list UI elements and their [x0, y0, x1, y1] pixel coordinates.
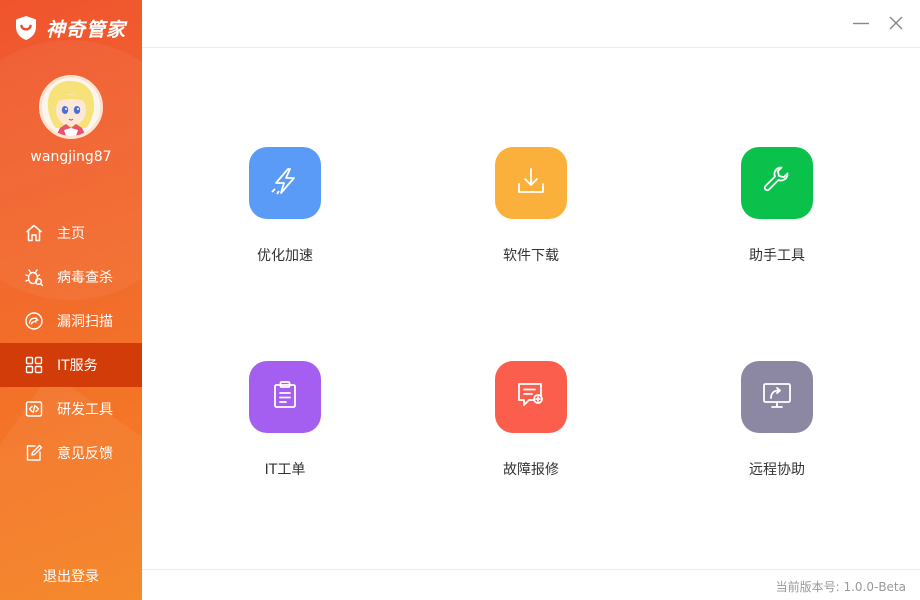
tile-label: 优化加速: [257, 248, 313, 264]
brand: 神奇管家: [14, 14, 126, 42]
sidebar-item-label: 漏洞扫描: [57, 314, 113, 330]
sidebar-item-label: IT服务: [57, 358, 98, 374]
tile-optimize[interactable]: 优化加速: [225, 147, 345, 265]
tile-fault-repair[interactable]: 故障报修: [471, 361, 591, 479]
logout-button[interactable]: 退出登录: [0, 566, 142, 586]
tile-software-download[interactable]: 软件下载: [471, 147, 591, 265]
sidebar-nav: 主页 病毒查杀 漏洞扫描 IT服务 研发工具 意见反馈: [0, 211, 142, 475]
sidebar-item-virus-scan[interactable]: 病毒查杀: [0, 255, 142, 299]
avatar[interactable]: [39, 75, 103, 139]
repair-message-icon: [514, 378, 548, 416]
shield-logo-icon: [14, 15, 38, 41]
sidebar-item-label: 意见反馈: [57, 446, 113, 462]
clipboard-icon: [268, 378, 302, 416]
username: wangjing87: [30, 149, 112, 165]
main-panel: 优化加速 软件下载 助手工具 IT工单 故障报修 远程协助 当前版本号: 1.0…: [142, 0, 920, 600]
version-label: 当前版本号: 1.0.0-Beta: [775, 580, 906, 594]
sidebar-item-label: 病毒查杀: [57, 270, 113, 286]
tile-icon-bg: [741, 361, 813, 433]
feedback-icon: [24, 443, 44, 463]
remote-screen-icon: [760, 378, 794, 416]
tile-label: 软件下载: [503, 248, 559, 264]
sidebar-item-label: 主页: [57, 226, 85, 242]
sidebar-item-feedback[interactable]: 意见反馈: [0, 431, 142, 475]
tile-label: IT工单: [264, 462, 306, 478]
tile-label: 远程协助: [749, 462, 805, 478]
sidebar-item-label: 研发工具: [57, 402, 113, 418]
tile-icon-bg: [249, 147, 321, 219]
app-window: 神奇管家 wangjing87 主页 病毒查杀 漏洞扫描 IT服务 研发工具 意…: [0, 0, 920, 600]
sidebar-item-dev-tools[interactable]: 研发工具: [0, 387, 142, 431]
app-name: 神奇管家: [46, 18, 127, 41]
tile-label: 故障报修: [503, 462, 559, 478]
home-icon: [24, 223, 44, 243]
tile-icon-bg: [495, 361, 567, 433]
tile-assistant-tools[interactable]: 助手工具: [717, 147, 837, 265]
tile-icon-bg: [495, 147, 567, 219]
tile-icon-bg: [249, 361, 321, 433]
sidebar-item-home[interactable]: 主页: [0, 211, 142, 255]
sidebar-item-it-service[interactable]: IT服务: [0, 343, 142, 387]
scan-icon: [24, 311, 44, 331]
minimize-icon[interactable]: [852, 14, 870, 32]
download-icon: [514, 164, 548, 202]
virus-icon: [24, 267, 44, 287]
tile-icon-bg: [741, 147, 813, 219]
status-bar: 当前版本号: 1.0.0-Beta: [142, 569, 920, 600]
grid-icon: [24, 355, 44, 375]
title-bar: [142, 0, 920, 48]
sidebar: 神奇管家 wangjing87 主页 病毒查杀 漏洞扫描 IT服务 研发工具 意…: [0, 0, 142, 600]
wrench-icon: [760, 164, 794, 202]
code-icon: [24, 399, 44, 419]
tile-it-ticket[interactable]: IT工单: [225, 361, 345, 479]
lightning-icon: [268, 164, 302, 202]
tile-label: 助手工具: [749, 248, 805, 264]
sidebar-item-vuln-scan[interactable]: 漏洞扫描: [0, 299, 142, 343]
tile-remote-assist[interactable]: 远程协助: [717, 361, 837, 479]
close-icon[interactable]: [887, 14, 905, 32]
